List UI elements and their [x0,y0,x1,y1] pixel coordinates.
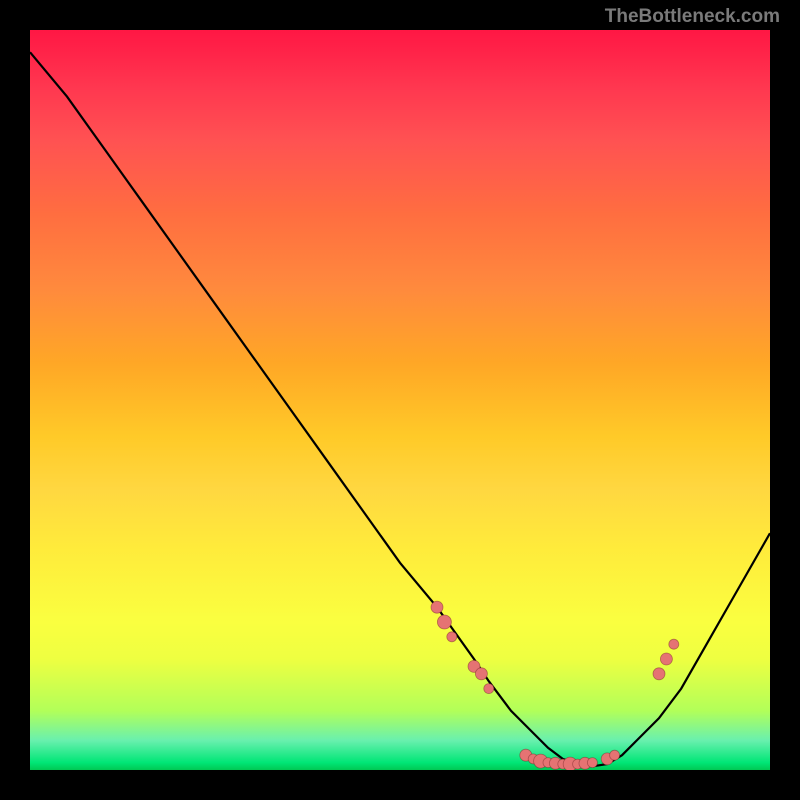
scatter-dot [653,668,665,680]
scatter-dot [475,668,487,680]
watermark-text: TheBottleneck.com [605,6,780,28]
scatter-dot [669,639,679,649]
chart-svg-layer [30,30,770,770]
scatter-dot [447,632,457,642]
scatter-dot [484,684,494,694]
scatter-dot [610,750,620,760]
scatter-dot [437,615,451,629]
scatter-dot [660,653,672,665]
scatter-dot [431,601,443,613]
scatter-dots-group [431,601,679,770]
scatter-dot [587,758,597,768]
bottleneck-curve [30,52,770,766]
